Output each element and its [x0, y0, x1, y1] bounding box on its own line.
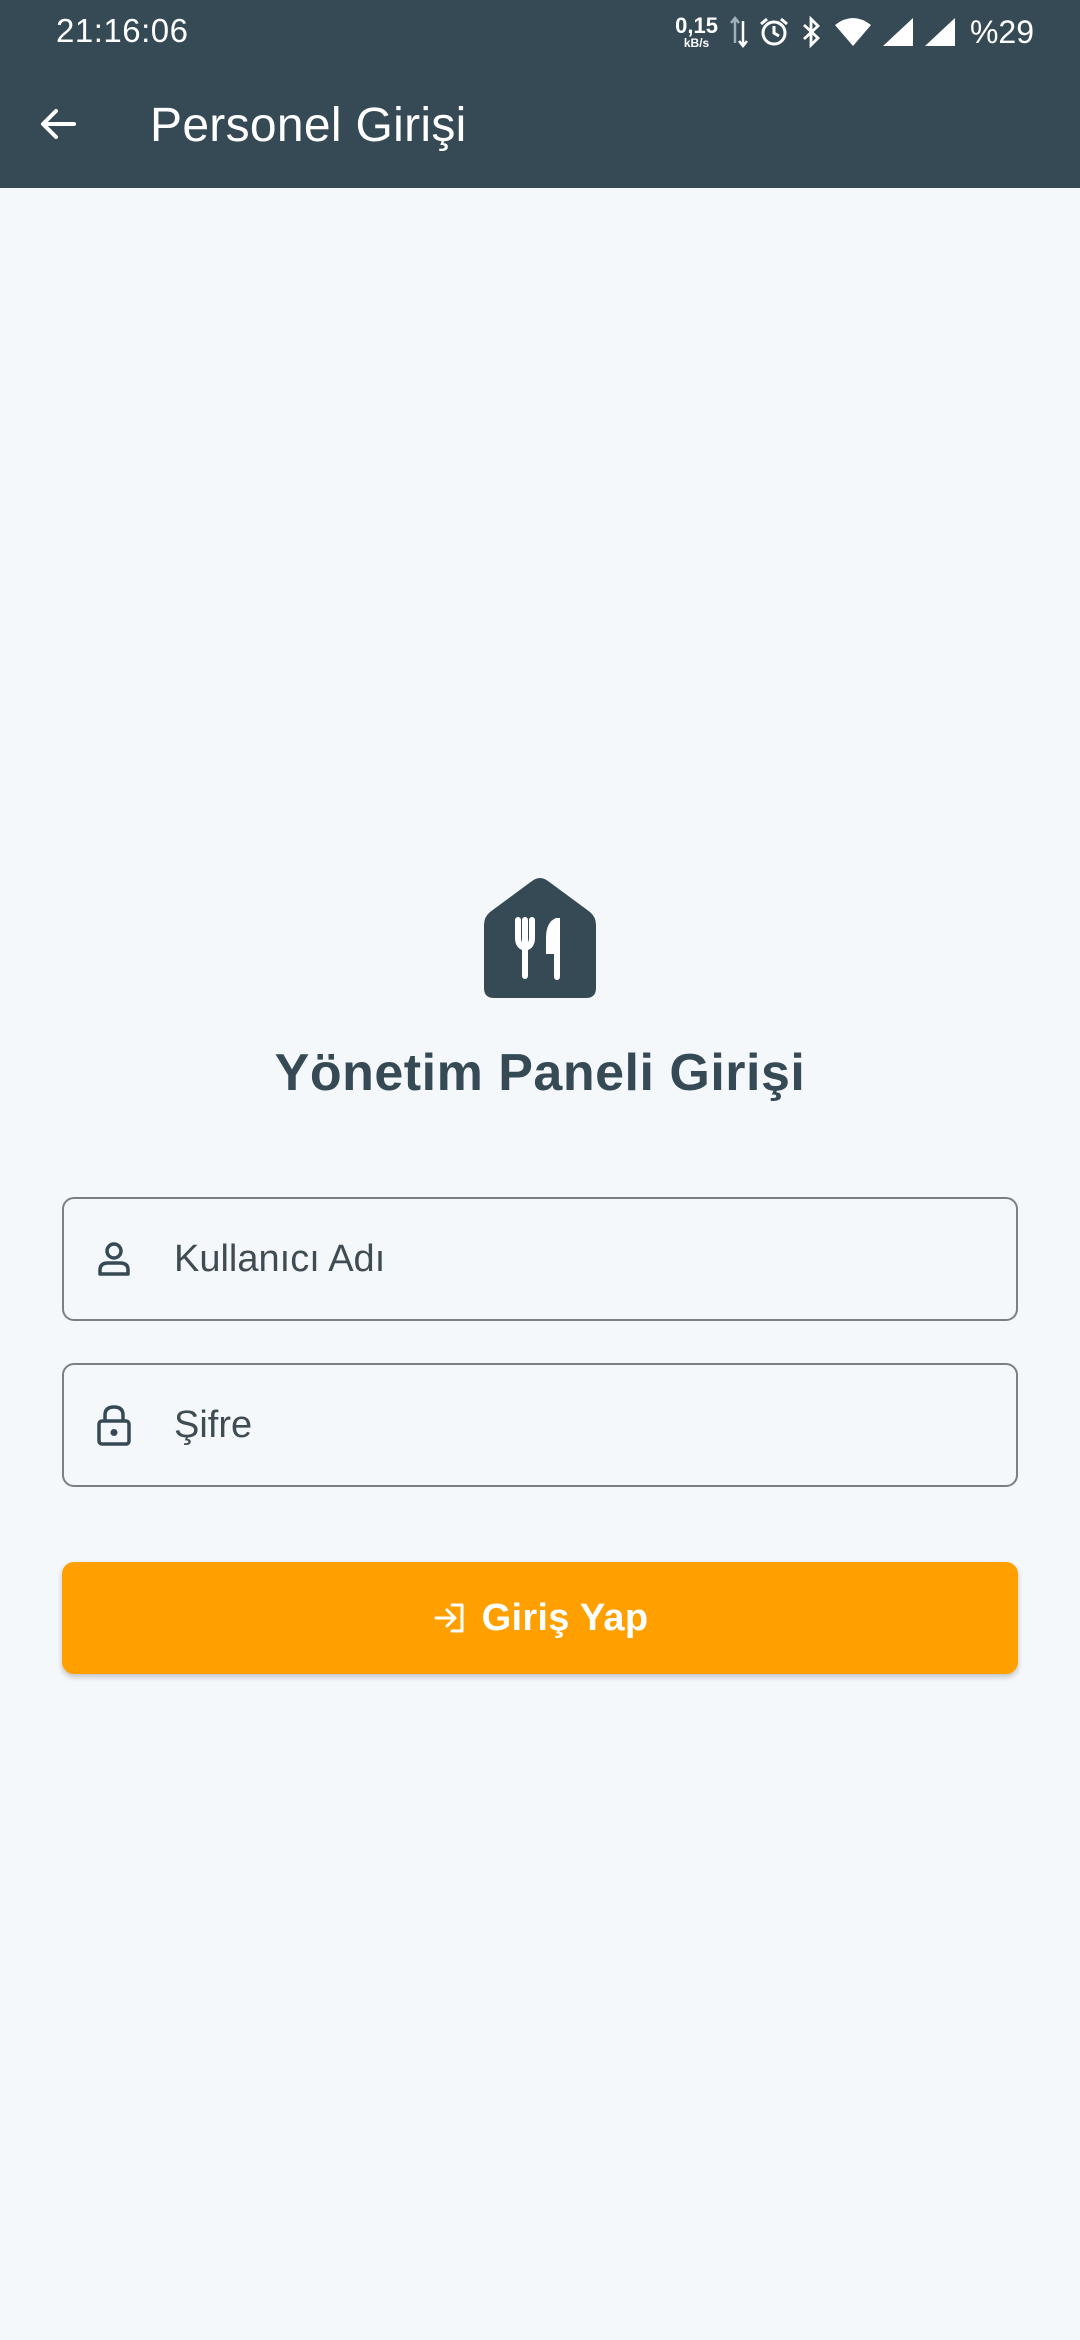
- panel-title: Yönetim Paneli Girişi: [274, 1044, 806, 1102]
- back-button[interactable]: [28, 96, 88, 156]
- username-input[interactable]: [172, 1199, 992, 1319]
- app-bar: Personel Girişi: [0, 64, 1080, 188]
- status-bar: 21:16:06 0,15 kB/s %29: [0, 0, 1080, 64]
- restaurant-house-icon: [484, 876, 596, 998]
- bluetooth-icon: [800, 16, 824, 48]
- lock-icon: [92, 1403, 136, 1447]
- status-icons: 0,15 kB/s %29: [675, 10, 1034, 54]
- signal-icon-2: [924, 17, 956, 47]
- password-input[interactable]: [172, 1365, 992, 1485]
- wifi-icon: [834, 17, 872, 47]
- password-field[interactable]: [62, 1363, 1018, 1487]
- username-field[interactable]: [62, 1197, 1018, 1321]
- battery-level: %29: [969, 13, 1034, 50]
- network-speed: 0,15 kB/s: [675, 13, 718, 50]
- page-title: Personel Girişi: [150, 99, 467, 152]
- alarm-icon: [758, 16, 790, 48]
- login-icon: [432, 1601, 466, 1635]
- login-button-label: Giriş Yap: [481, 1596, 649, 1639]
- status-time: 21:16:06: [56, 12, 189, 49]
- person-icon: [92, 1237, 136, 1281]
- network-speed-value: 0,15: [675, 13, 718, 38]
- network-speed-unit: kB/s: [683, 36, 710, 50]
- login-button[interactable]: Giriş Yap: [62, 1562, 1018, 1674]
- data-transfer-icon: [729, 15, 748, 49]
- signal-icon: [882, 17, 914, 47]
- arrow-left-icon: [38, 104, 78, 149]
